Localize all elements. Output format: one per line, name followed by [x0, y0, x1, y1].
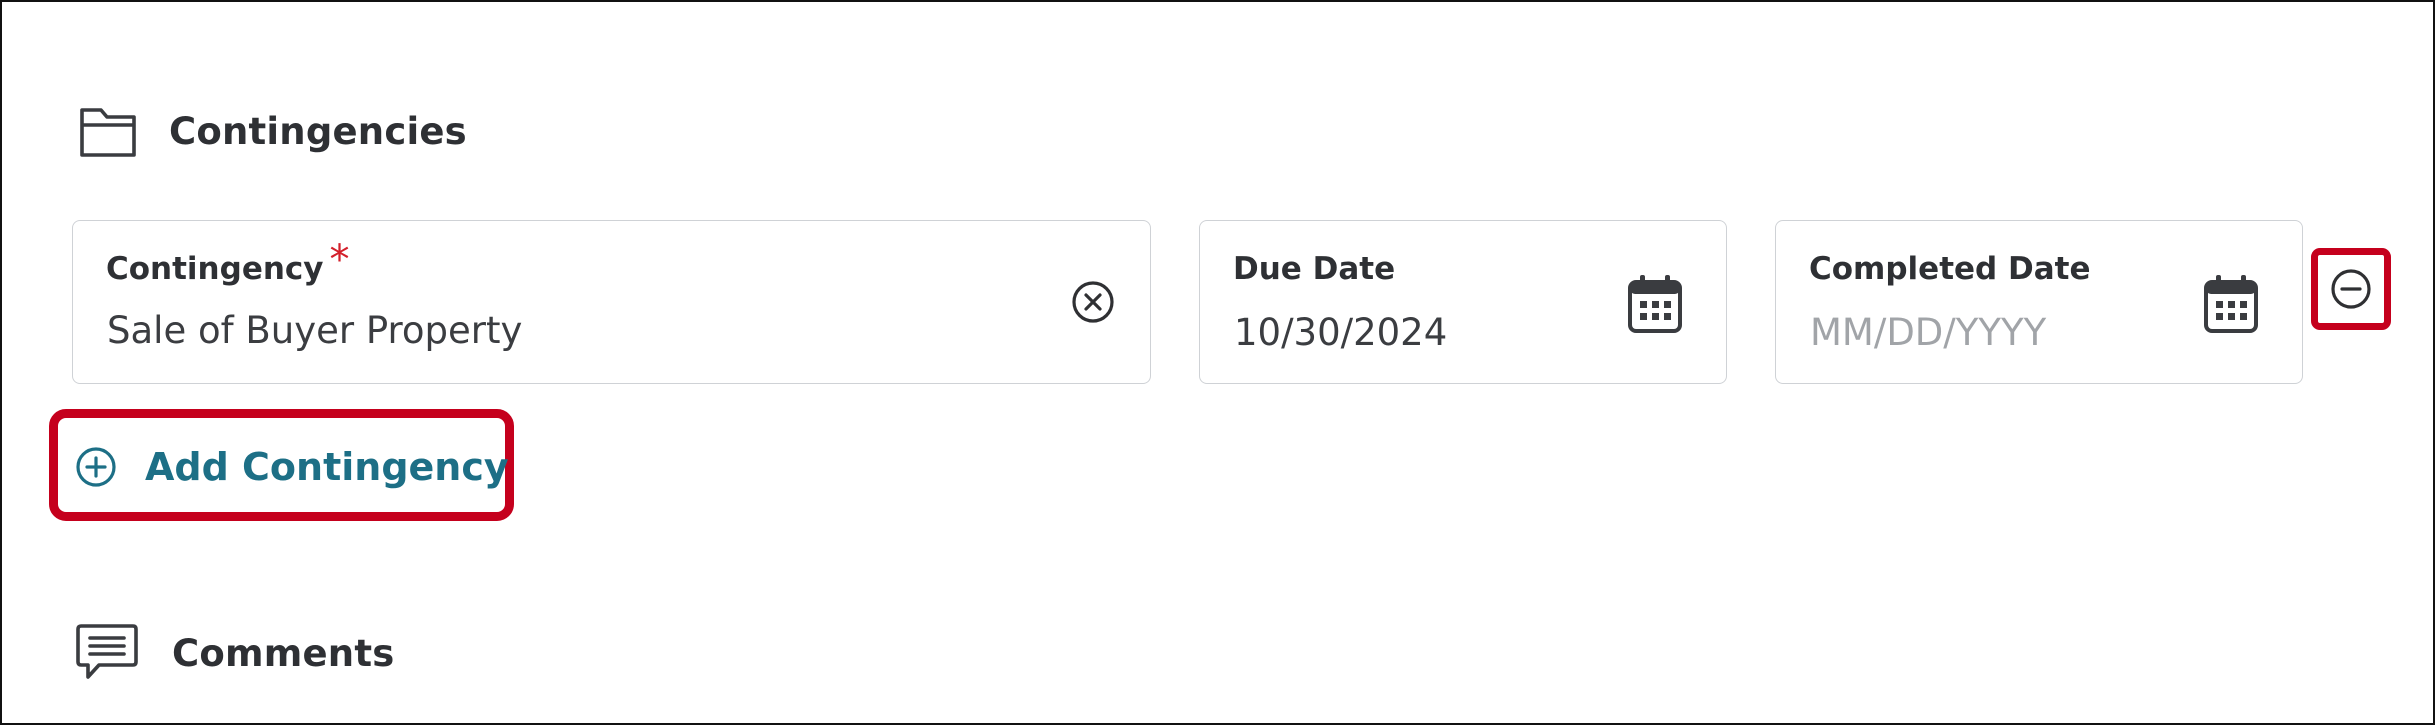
folder-icon [79, 104, 137, 158]
add-contingency-label: Add Contingency [145, 445, 509, 489]
due-date-field[interactable]: Due Date 10/30/2024 [1199, 220, 1727, 384]
completed-date-field[interactable]: Completed Date MM/DD/YYYY [1775, 220, 2303, 384]
due-date-value[interactable]: 10/30/2024 [1234, 311, 1447, 354]
minus-circle-icon [2329, 267, 2373, 311]
add-contingency-button[interactable]: Add Contingency [75, 445, 509, 489]
contingencies-title: Contingencies [169, 109, 467, 153]
contingencies-section-header: Contingencies [79, 104, 467, 158]
contingency-field[interactable]: Contingency * Sale of Buyer Property [72, 220, 1151, 384]
calendar-icon[interactable] [1626, 273, 1684, 335]
required-marker: * [329, 237, 350, 283]
remove-contingency-button[interactable] [2311, 248, 2391, 330]
completed-date-label: Completed Date [1809, 251, 2091, 287]
completed-date-input[interactable]: MM/DD/YYYY [1810, 311, 2046, 354]
clear-icon[interactable] [1070, 279, 1116, 325]
comments-title: Comments [172, 631, 395, 675]
plus-circle-icon [75, 446, 117, 488]
calendar-icon[interactable] [2202, 273, 2260, 335]
due-date-label: Due Date [1233, 251, 1396, 287]
comments-section-header: Comments [75, 622, 394, 684]
contingency-value[interactable]: Sale of Buyer Property [107, 309, 522, 352]
contingency-label: Contingency * [106, 237, 350, 287]
comment-icon [75, 622, 139, 684]
